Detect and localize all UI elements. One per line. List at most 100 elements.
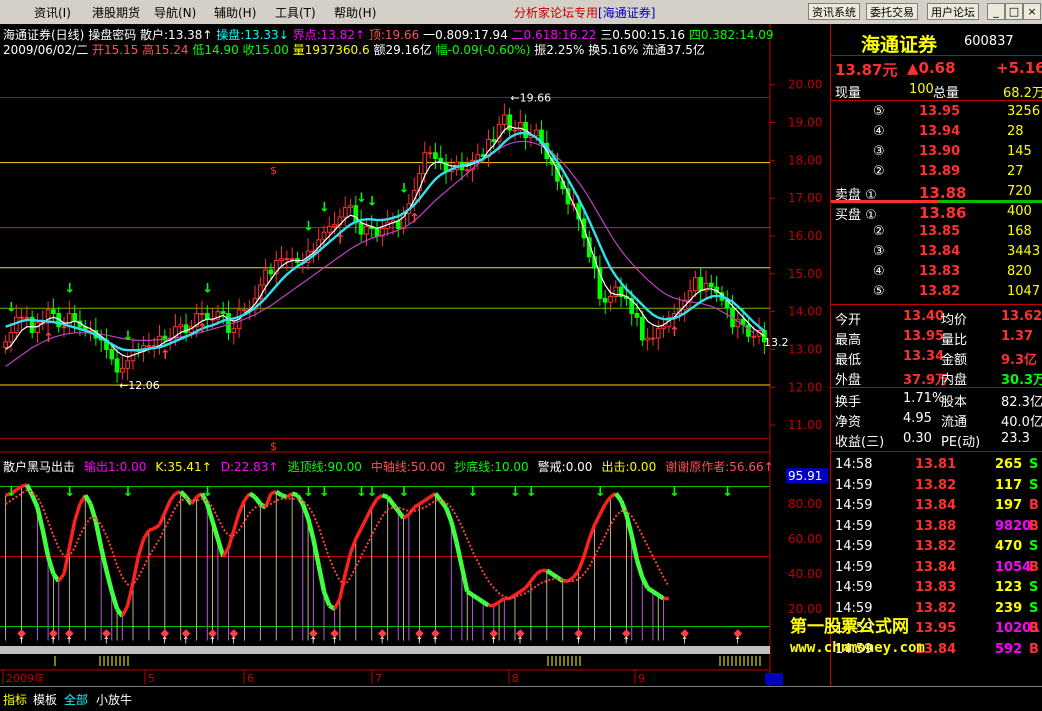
top-signal-arrow-icon: ↓ <box>399 485 410 500</box>
top-signal-arrow-icon: ↓ <box>202 485 213 500</box>
candle-body <box>464 169 470 172</box>
bottom-signal-arrow-icon: ↑ <box>622 637 630 647</box>
bottom-signal-arrow-icon: ↑ <box>230 637 238 647</box>
k-line-segment <box>291 491 299 498</box>
tick-row-cell: B <box>1029 498 1039 513</box>
tick-row-cell: 13.84 <box>915 559 957 575</box>
bottom-tab-1[interactable]: 模板 <box>33 691 57 708</box>
candle-body <box>364 226 369 235</box>
ma-value: 界点:13.82↑ <box>292 28 369 42</box>
sell-arrow-icon: ↓ <box>303 219 314 234</box>
menu-item-5[interactable]: 帮助(H) <box>334 4 376 21</box>
divider <box>831 100 1042 101</box>
kline-chart[interactable]: 20.00 19.00 18.00 17.00 16.00 15.00 14.00 13.00… <box>0 24 830 686</box>
top-button-0[interactable]: 资讯系统 <box>808 3 860 20</box>
volume-row: 现量 100 总量 68.2万 <box>831 80 1042 101</box>
fundamental-row-cell: 流通 <box>941 415 968 430</box>
last-price-annotation: 13.2 <box>764 336 789 349</box>
watermark-url: www.chnmoney.com <box>790 640 925 656</box>
candle-body <box>72 313 77 322</box>
buy-level-4: ④ 13.83 820 <box>831 262 1042 282</box>
quote-panel: 海通证券 600837 13.87元 ▲0.68 +5.16 现量 100 总量 68.2万 ⑤ 1… <box>830 24 1042 686</box>
ma-value: 三0.500:15.16 <box>600 28 689 42</box>
price-axis-label: 14.00 <box>788 305 822 319</box>
buy-level-3-cell: 13.84 <box>919 244 961 259</box>
tick-row-cell: 14:58 <box>835 457 873 472</box>
candle-body <box>24 316 30 319</box>
candle-body <box>332 224 337 228</box>
buy-arrow-icon: ↑ <box>43 331 54 346</box>
tick-row-cell: 13.84 <box>915 498 957 513</box>
divider <box>831 387 1042 388</box>
buy-level-3-cell: 3443 <box>1007 244 1041 259</box>
bottom-tab-2[interactable]: 全部 <box>64 691 88 708</box>
top-signal-arrow-icon: ↓ <box>123 485 134 500</box>
price-axis-label: 17.00 <box>788 191 822 205</box>
top-signal-arrow-icon: ↓ <box>319 485 330 500</box>
sell-level-3-cell: 13.90 <box>919 144 961 159</box>
buy-arrow-icon: ↑ <box>669 325 680 340</box>
menu-item-0[interactable]: 资讯(I) <box>34 4 71 21</box>
top-signal-arrow-icon: ↓ <box>356 485 367 500</box>
candle-body <box>146 345 152 348</box>
price-axis-label: 20.00 <box>788 78 822 92</box>
tick-row-cell: S <box>1029 600 1039 616</box>
bottom-tab-0[interactable]: 指标 <box>3 691 27 708</box>
k-line-segment <box>274 489 283 498</box>
sell-arrow-icon: ↓ <box>64 282 75 297</box>
sell-level-1: 卖盘 ① 13.88 720 <box>831 182 1042 203</box>
candle-body <box>321 231 327 241</box>
buy-level-5-cell: 13.82 <box>919 284 961 299</box>
buy-level-2-cell: ② <box>873 224 885 239</box>
candle-body <box>751 335 757 338</box>
bar-value: 开15.15 <box>92 43 143 57</box>
bottom-tab-3[interactable]: 小放牛 <box>96 691 132 708</box>
top-button-1[interactable]: 委托交易 <box>866 3 918 20</box>
buy-level-1-cell: 13.86 <box>919 204 967 222</box>
sell-level-3-cell: ③ <box>873 144 885 159</box>
top-button-2[interactable]: 用户论坛 <box>927 3 979 20</box>
buy-level-4-cell: ④ <box>873 264 885 279</box>
candle-body <box>114 358 120 373</box>
candle-body <box>109 348 115 360</box>
top-signal-arrow-icon: ↓ <box>669 485 680 500</box>
sell-arrow-icon: ↓ <box>367 195 378 210</box>
date-axis-label: 2009年 <box>6 671 45 685</box>
top-signal-arrow-icon: ↓ <box>6 485 17 500</box>
ind-axis-label: 95.91 <box>788 469 822 483</box>
ma-value: 四0.382:14.09 <box>688 28 774 42</box>
scroll-indicator[interactable] <box>765 673 783 685</box>
stock-header: 海通证券 600837 <box>831 30 1042 58</box>
ma-value: 一0.809:17.94 <box>423 28 512 42</box>
bar-value: 2009/06/02/二 <box>3 43 93 57</box>
menu-item-4[interactable]: 工具(T) <box>275 4 316 21</box>
divider <box>831 451 1042 452</box>
tick-row-cell: 14:59 <box>835 518 873 534</box>
maximize-icon[interactable]: □ <box>1005 3 1023 20</box>
candle-body <box>661 326 666 330</box>
candle-body <box>602 297 608 303</box>
buy-arrow-icon: ↑ <box>160 348 171 363</box>
fundamental-row-cell: 23.3 <box>1001 431 1030 446</box>
close-icon[interactable]: × <box>1023 3 1041 20</box>
volume-row-cell: 现量 <box>835 86 862 101</box>
price-axis-label: 11.00 <box>788 418 822 432</box>
menu-item-2[interactable]: 导航(N) <box>154 4 196 21</box>
bottom-signal-arrow-icon: ↑ <box>182 637 190 647</box>
candle-body <box>289 258 295 261</box>
candle-body <box>220 311 226 315</box>
tick-row: 14:59 13.88 9820 B <box>831 517 1042 537</box>
sell-level-3: ③ 13.90 145 <box>831 142 1042 162</box>
tick-row: 14:59 13.84 197 B <box>831 496 1042 516</box>
sell-arrow-icon: ↓ <box>399 181 410 196</box>
tick-row: 14:59 13.84 1054 B <box>831 558 1042 578</box>
candle-body <box>8 331 14 343</box>
candle-body <box>693 277 698 292</box>
tick-row-cell: 14:59 <box>835 498 873 513</box>
candle-body <box>533 129 539 137</box>
minimize-icon[interactable]: _ <box>987 3 1005 20</box>
menu-item-3[interactable]: 辅助(H) <box>214 4 256 21</box>
stat-row: 最高 13.95 量比 1.37 <box>831 327 1042 348</box>
price-axis-label: 18.00 <box>788 153 822 167</box>
menu-item-1[interactable]: 港股期货 <box>92 4 140 21</box>
